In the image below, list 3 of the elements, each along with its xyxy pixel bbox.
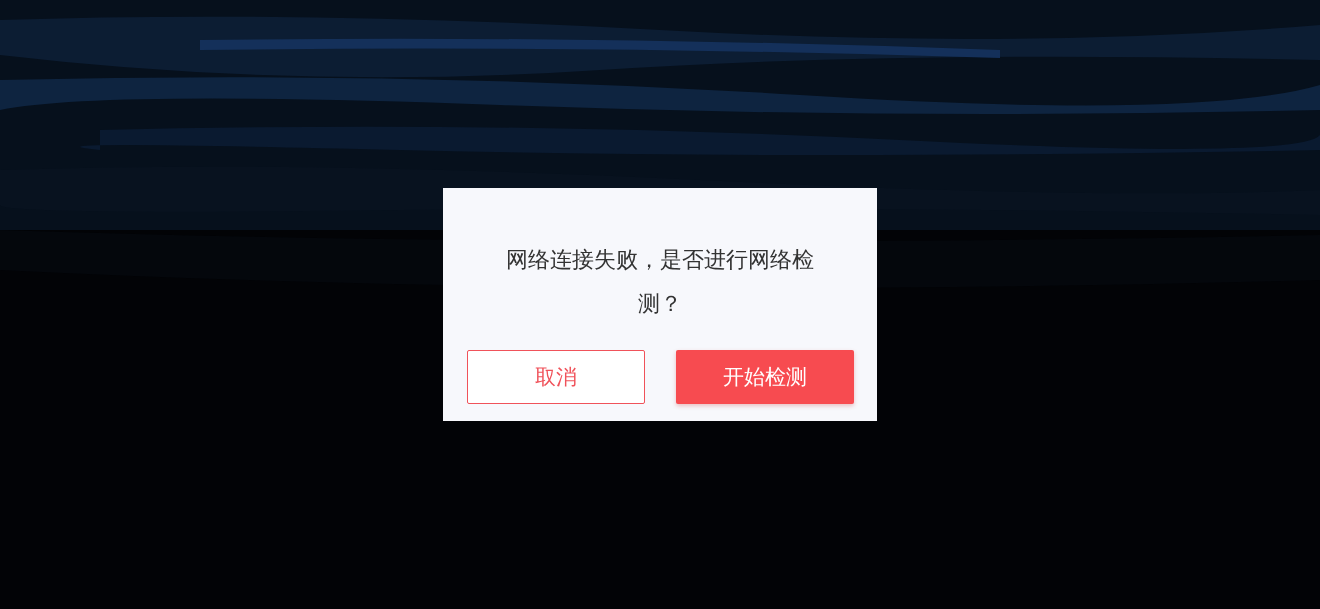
start-button[interactable]: 开始检测 xyxy=(675,350,854,404)
cancel-button[interactable]: 取消 xyxy=(466,350,645,404)
dialog-message: 网络连接失败，是否进行网络检测？ xyxy=(505,246,815,318)
